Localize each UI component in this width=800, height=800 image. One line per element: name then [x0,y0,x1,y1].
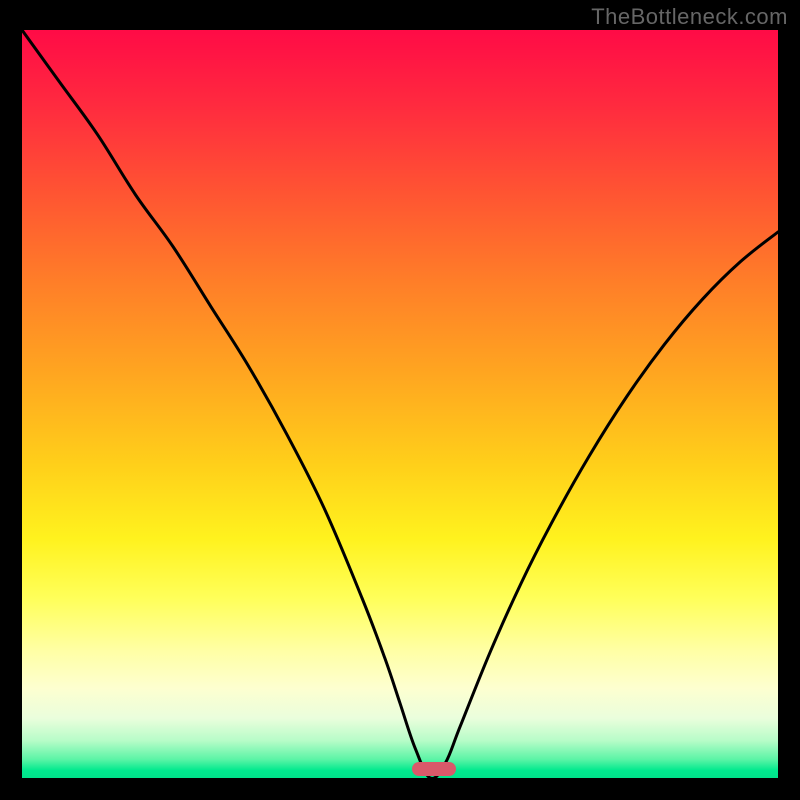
bottleneck-curve [22,30,778,778]
optimal-marker [412,762,456,776]
plot-area [22,30,778,778]
watermark-text: TheBottleneck.com [591,4,788,30]
chart-frame: TheBottleneck.com [0,0,800,800]
curve-path [22,30,778,778]
